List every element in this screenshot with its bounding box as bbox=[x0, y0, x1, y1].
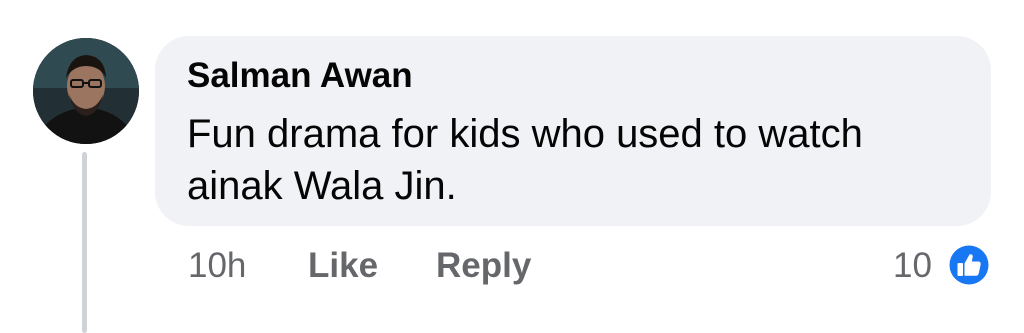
comment-author[interactable]: Salman Awan bbox=[187, 56, 413, 96]
reply-button[interactable]: Reply bbox=[436, 244, 531, 288]
comment-bubble: Salman Awan Fun drama for kids who used … bbox=[155, 36, 991, 226]
avatar-image bbox=[33, 38, 139, 144]
avatar[interactable] bbox=[33, 38, 139, 144]
comment-text: Fun drama for kids who used to watch ain… bbox=[187, 112, 863, 208]
comment-timestamp[interactable]: 10h bbox=[188, 244, 246, 288]
like-button[interactable]: Like bbox=[308, 244, 378, 288]
reaction-count[interactable]: 10 bbox=[893, 244, 932, 288]
thumbs-up-icon[interactable] bbox=[946, 242, 992, 288]
thread-line bbox=[82, 152, 87, 333]
